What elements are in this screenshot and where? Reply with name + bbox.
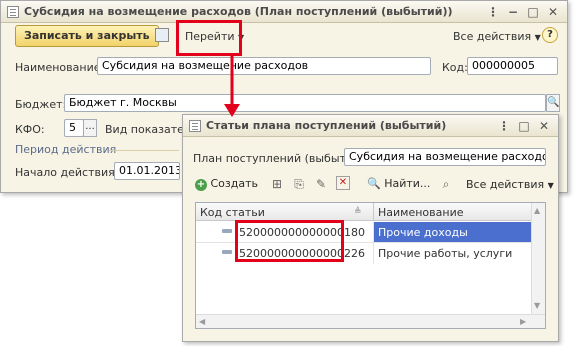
annotation-arrow xyxy=(224,54,240,117)
create-label: Создать xyxy=(210,177,259,190)
scroll-right-icon[interactable]: ▶ xyxy=(520,317,526,326)
copy-icon[interactable]: ⎘ xyxy=(291,176,307,192)
period-section-title: Период действия xyxy=(15,143,117,156)
save-and-close-button[interactable]: Записать и закрыть xyxy=(15,25,159,47)
scroll-up-icon[interactable]: ▲ xyxy=(534,206,540,215)
maximize-icon[interactable]: □ xyxy=(516,119,532,133)
code-label: Код: xyxy=(442,61,468,74)
search-icon[interactable]: 🔍 xyxy=(546,94,560,112)
document-icon xyxy=(7,5,19,18)
kfo-field[interactable]: 5 xyxy=(64,119,84,137)
indicator-label: Вид показател xyxy=(105,123,191,136)
row-code: 520000000000000180 xyxy=(239,226,365,239)
edit-icon[interactable]: ✎ xyxy=(313,176,329,192)
close-icon[interactable]: ✕ xyxy=(545,5,561,19)
find-button[interactable]: 🔍 Найти... xyxy=(367,177,430,190)
menu-icon[interactable]: ⋮ xyxy=(496,119,512,133)
document-icon xyxy=(189,119,201,132)
all-actions-menu[interactable]: Все действия ▼ xyxy=(453,30,541,43)
column-header-code[interactable]: Код статьи xyxy=(200,206,265,219)
kfo-label: КФО: xyxy=(15,123,45,136)
articles-table[interactable]: Код статьи ≜ Наименование 52000000000000… xyxy=(195,202,546,329)
add-icon: + xyxy=(195,179,207,191)
period-separator xyxy=(109,150,179,151)
row-code: 520000000000000226 xyxy=(239,247,365,260)
search-icon: 🔍 xyxy=(367,177,381,190)
clear-search-icon[interactable]: ⌕ xyxy=(438,176,454,192)
add-folder-icon[interactable]: ⊞ xyxy=(269,176,285,192)
menu-icon[interactable]: ⋮ xyxy=(485,5,501,19)
column-header-name[interactable]: Наименование xyxy=(378,206,463,219)
help-button[interactable]: ? xyxy=(542,27,558,43)
save-icon[interactable] xyxy=(155,28,169,42)
name-field[interactable]: Субсидия на возмещение расходов xyxy=(97,57,431,75)
maximize-icon[interactable]: □ xyxy=(525,5,541,19)
dialog-title: Статьи плана поступлений (выбытий) xyxy=(206,119,447,132)
create-button[interactable]: + Создать xyxy=(195,177,258,191)
chevron-down-icon: ▼ xyxy=(534,33,541,42)
main-window-title: Субсидия на возмещение расходов (План по… xyxy=(24,5,453,18)
code-field[interactable]: 000000005 xyxy=(467,57,558,75)
table-header: Код статьи ≜ Наименование xyxy=(196,203,531,221)
goto-label: Перейти xyxy=(185,30,235,43)
minimize-icon[interactable]: − xyxy=(505,5,521,19)
budget-label: Бюджет: xyxy=(15,98,67,111)
plan-field[interactable]: Субсидия на возмещение расходов xyxy=(344,148,546,166)
start-date-label: Начало действия: xyxy=(15,166,119,179)
find-label: Найти... xyxy=(384,177,431,190)
kfo-select-button[interactable]: ... xyxy=(83,119,97,137)
column-line xyxy=(373,222,374,264)
scroll-left-icon[interactable]: ◀ xyxy=(199,317,205,326)
dialog-titlebar: Статьи плана поступлений (выбытий) ⋮ □ ✕ xyxy=(183,115,558,137)
scroll-down-icon[interactable]: ▼ xyxy=(534,301,540,310)
table-row[interactable]: 520000000000000226 Прочие работы, услуги xyxy=(196,243,531,263)
name-label: Наименование: xyxy=(15,61,105,74)
delete-icon[interactable]: ✕ xyxy=(336,176,350,190)
help-icon: ? xyxy=(547,29,553,40)
close-icon[interactable]: ✕ xyxy=(536,119,552,133)
dialog-window: Статьи плана поступлений (выбытий) ⋮ □ ✕… xyxy=(182,114,559,342)
all-actions-label: Все действия xyxy=(453,30,532,43)
plan-label: План поступлений (выбытий): xyxy=(193,152,369,165)
start-date-field[interactable]: 01.01.2013 xyxy=(114,162,180,180)
table-row[interactable]: 520000000000000180 Прочие доходы xyxy=(196,222,531,242)
row-item-icon xyxy=(222,250,232,254)
goto-menu[interactable]: Перейти ▼ xyxy=(185,30,244,43)
horizontal-scrollbar[interactable]: ◀ ▶ xyxy=(196,314,545,328)
row-name: Прочие доходы xyxy=(378,226,468,239)
row-item-icon xyxy=(222,229,232,233)
row-name: Прочие работы, услуги xyxy=(378,247,513,260)
sort-icon: ≜ xyxy=(354,207,362,217)
chevron-down-icon: ▼ xyxy=(238,33,245,42)
chevron-down-icon: ▼ xyxy=(547,181,554,190)
main-titlebar: Субсидия на возмещение расходов (План по… xyxy=(1,1,567,23)
dialog-all-actions-menu[interactable]: Все действия ▼ xyxy=(466,178,554,191)
all-actions-label: Все действия xyxy=(466,178,545,191)
vertical-scrollbar[interactable]: ▲ ▼ xyxy=(531,203,545,314)
column-divider xyxy=(373,203,374,221)
budget-field[interactable]: Бюджет г. Москвы xyxy=(64,94,546,112)
